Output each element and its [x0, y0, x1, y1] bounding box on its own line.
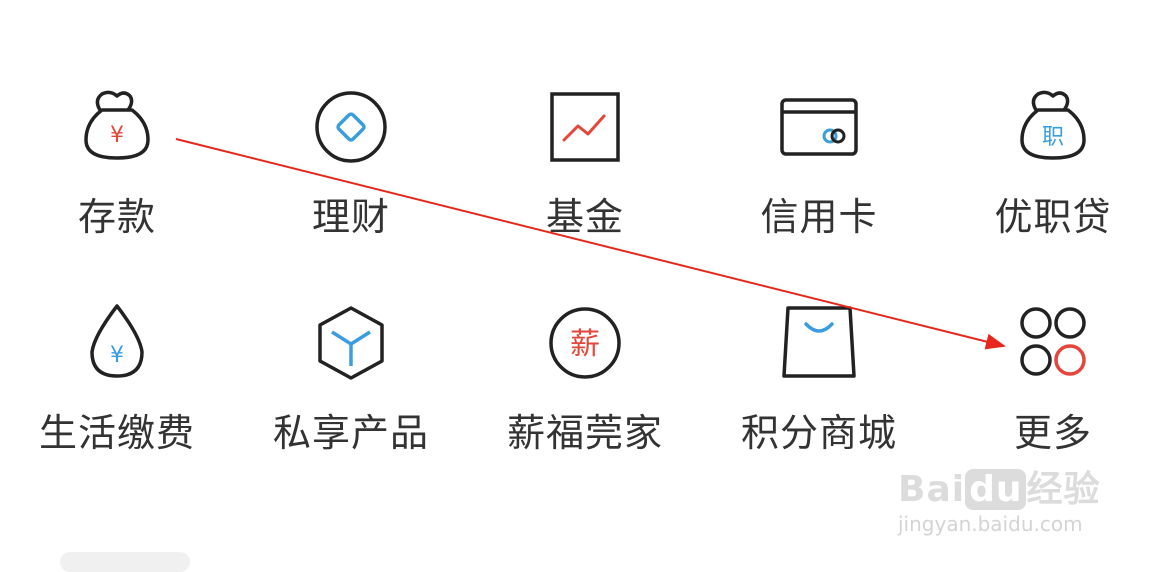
chart-trend-icon	[540, 82, 630, 172]
menu-item-label: 信用卡	[760, 195, 878, 239]
credit-card-icon	[774, 82, 864, 172]
bottom-partial-element	[60, 552, 190, 572]
more-circles-icon	[1008, 298, 1098, 388]
menu-item-label: 存款	[77, 195, 156, 239]
money-bag-job-icon: 职	[1008, 82, 1098, 172]
cube-icon	[306, 298, 396, 388]
menu-item-more[interactable]: 更多	[936, 268, 1170, 468]
menu-item-label: 理财	[311, 195, 390, 239]
menu-item-label: 更多	[1013, 411, 1092, 455]
menu-item-label: 生活缴费	[38, 411, 195, 455]
svg-text:薪: 薪	[570, 327, 600, 362]
menu-item-deposit[interactable]: ¥ 存款	[0, 52, 234, 252]
svg-text:¥: ¥	[110, 343, 124, 368]
menu-item-label: 薪福莞家	[506, 411, 663, 455]
menu-item-points-mall[interactable]: 积分商城	[702, 268, 936, 468]
diamond-circle-icon	[306, 82, 396, 172]
menu-item-wealth[interactable]: 理财	[234, 52, 468, 252]
water-drop-yuan-icon: ¥	[72, 298, 162, 388]
menu-item-label: 基金	[545, 195, 624, 239]
menu-item-label: 积分商城	[740, 411, 897, 455]
watermark-logo: Bai du 经验	[898, 469, 1101, 510]
menu-item-utility-bill[interactable]: ¥ 生活缴费	[0, 268, 234, 468]
menu-item-private-products[interactable]: 私享产品	[234, 268, 468, 468]
menu-item-job-loan[interactable]: 职 优职贷	[936, 52, 1170, 252]
menu-item-label: 优职贷	[994, 195, 1112, 239]
salary-circle-icon: 薪	[540, 298, 630, 388]
menu-item-salary-home[interactable]: 薪 薪福莞家	[468, 268, 702, 468]
shopping-bag-icon	[774, 298, 864, 388]
watermark-url: jingyan.baidu.com	[898, 512, 1083, 536]
baidu-watermark: Bai du 经验 jingyan.baidu.com	[898, 460, 1158, 540]
money-bag-yuan-icon: ¥	[72, 82, 162, 172]
svg-text:职: 职	[1042, 125, 1064, 150]
menu-item-label: 私享产品	[272, 411, 429, 455]
svg-text:¥: ¥	[110, 123, 124, 148]
menu-item-fund[interactable]: 基金	[468, 52, 702, 252]
menu-item-credit-card[interactable]: 信用卡	[702, 52, 936, 252]
